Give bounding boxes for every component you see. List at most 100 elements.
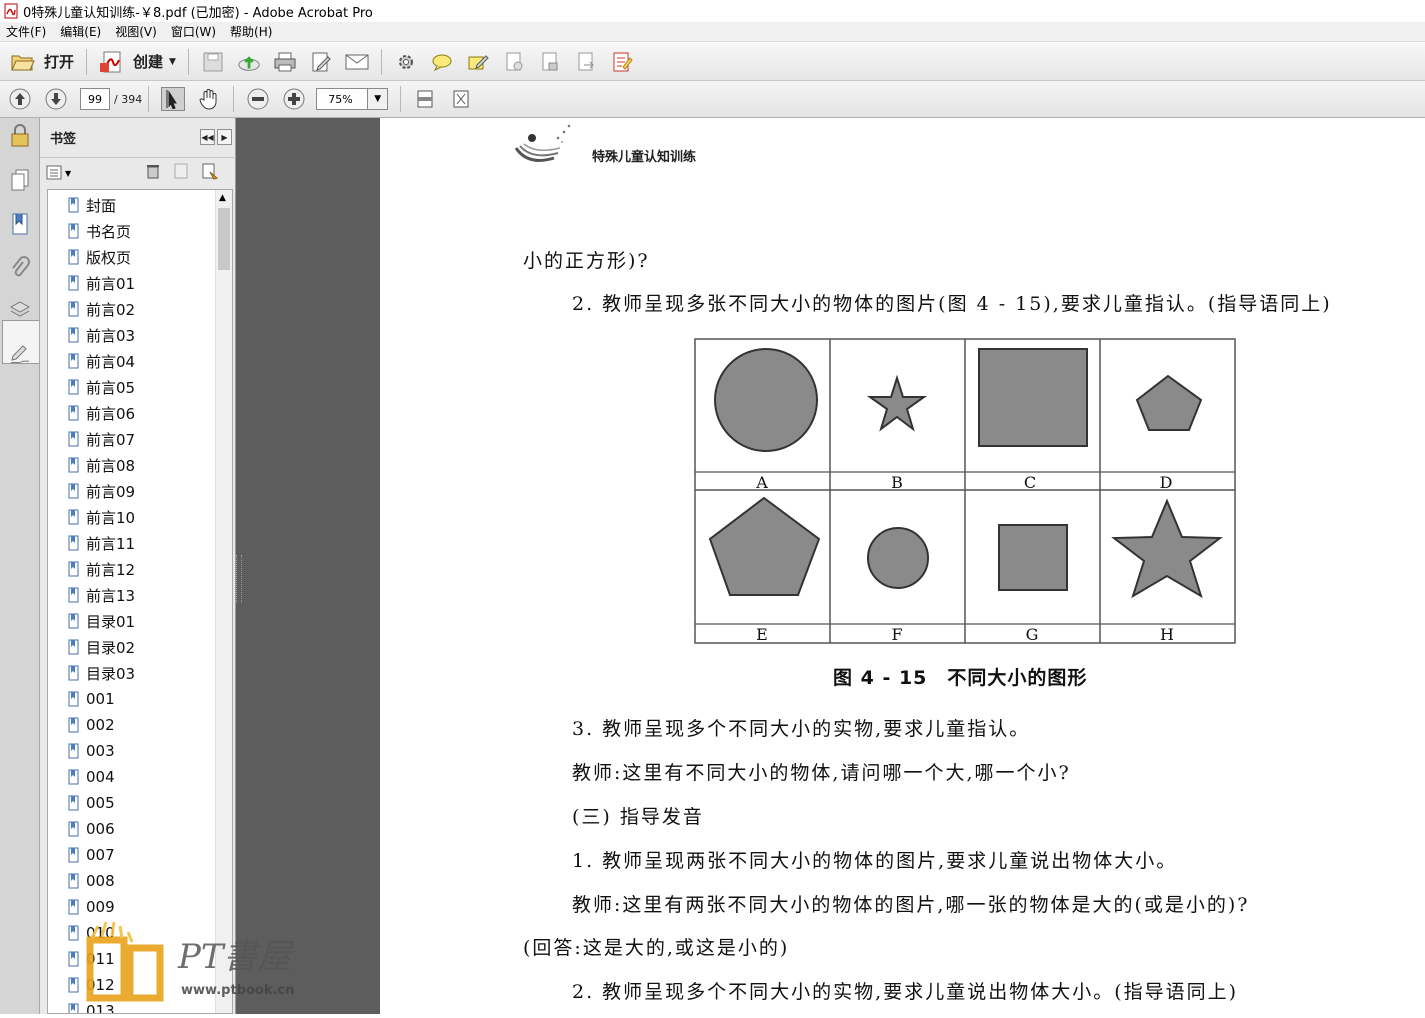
bookmarks-icon[interactable] xyxy=(6,210,34,238)
paragraph: 教师:这里有不同大小的物体,请问哪一个大,哪一个小? xyxy=(572,762,1071,784)
bookmark-tag-icon[interactable] xyxy=(201,162,219,184)
menu-edit[interactable]: 编辑(E) xyxy=(60,23,101,40)
pages-thumbnail-icon[interactable] xyxy=(6,166,34,194)
hand-tool-icon[interactable] xyxy=(197,87,221,111)
zoom-in-icon[interactable] xyxy=(282,87,306,111)
bookmark-item[interactable]: 003 xyxy=(68,738,115,764)
bookmark-item[interactable]: 前言09 xyxy=(68,478,135,504)
bookmark-icon xyxy=(68,353,79,369)
bookmark-item[interactable]: 007 xyxy=(68,842,115,868)
new-bookmark-icon[interactable] xyxy=(173,162,189,184)
bookmark-icon xyxy=(68,1003,79,1013)
menu-window[interactable]: 窗口(W) xyxy=(171,23,216,40)
secure-document-icon[interactable] xyxy=(538,50,562,74)
bookmark-item[interactable]: 前言13 xyxy=(68,582,135,608)
bookmark-icon xyxy=(68,743,79,759)
menu-help[interactable]: 帮助(H) xyxy=(230,23,272,40)
fit-width-icon[interactable] xyxy=(413,87,437,111)
save-icon[interactable] xyxy=(201,50,225,74)
bookmark-icon xyxy=(68,613,79,629)
figure-label: D xyxy=(1160,473,1173,492)
bookmark-options-icon[interactable]: ▼ xyxy=(46,165,71,181)
bookmark-item[interactable]: 前言01 xyxy=(68,270,135,296)
bookmark-icon xyxy=(68,717,79,733)
bookmark-item[interactable]: 封面 xyxy=(68,192,116,218)
delete-bookmark-icon[interactable] xyxy=(145,163,161,183)
open-button[interactable]: 打开 xyxy=(4,47,80,77)
bookmark-item[interactable]: 前言03 xyxy=(68,322,135,348)
bookmark-item[interactable]: 004 xyxy=(68,764,115,790)
bookmark-item[interactable]: 002 xyxy=(68,712,115,738)
bookmark-item[interactable]: 目录02 xyxy=(68,634,135,660)
window-title: 0特殊儿童认知训练-￥8.pdf (已加密) - Adobe Acrobat P… xyxy=(23,5,373,21)
bookmark-item[interactable]: 前言02 xyxy=(68,296,135,322)
bookmarks-scrollbar[interactable]: ▲ xyxy=(215,190,232,1013)
bookmark-item[interactable]: 009 xyxy=(68,894,115,920)
large-square-shape xyxy=(978,348,1088,447)
bookmark-item[interactable]: 008 xyxy=(68,868,115,894)
zoom-out-icon[interactable] xyxy=(246,87,270,111)
collapse-panel-button[interactable]: ◀◀ xyxy=(200,129,215,145)
bookmark-label: 前言06 xyxy=(86,404,136,423)
bookmark-label: 前言05 xyxy=(86,378,136,397)
gear-icon[interactable] xyxy=(394,50,418,74)
bookmark-icon xyxy=(68,483,79,499)
select-tool-icon[interactable] xyxy=(161,87,186,111)
menu-view[interactable]: 视图(V) xyxy=(115,23,157,40)
bookmark-item[interactable]: 001 xyxy=(68,686,115,712)
previous-page-icon[interactable] xyxy=(8,87,32,111)
bookmark-icon xyxy=(68,197,79,213)
upload-cloud-icon[interactable] xyxy=(237,50,261,74)
bookmark-label: 目录02 xyxy=(86,638,136,657)
zoom-level-input[interactable]: 75% xyxy=(316,88,369,110)
bookmark-item[interactable]: 005 xyxy=(68,790,115,816)
bookmark-item[interactable]: 版权页 xyxy=(68,244,131,270)
bookmark-item[interactable]: 前言08 xyxy=(68,452,135,478)
email-icon[interactable] xyxy=(345,50,369,74)
next-page-icon[interactable] xyxy=(44,87,68,111)
bookmark-item[interactable]: 目录01 xyxy=(68,608,135,634)
expand-panel-button[interactable]: ▶ xyxy=(217,129,232,145)
bookmark-item[interactable]: 前言10 xyxy=(68,504,135,530)
signatures-icon[interactable] xyxy=(6,340,34,368)
paragraph: 3. 教师呈现多个不同大小的实物,要求儿童指认。 xyxy=(572,718,1031,740)
bookmark-icon xyxy=(68,847,79,863)
bookmark-icon xyxy=(68,639,79,655)
bookmark-item[interactable]: 目录03 xyxy=(68,660,135,686)
zoom-dropdown-button[interactable]: ▼ xyxy=(368,88,389,110)
form-edit-icon[interactable] xyxy=(610,50,634,74)
bookmark-label: 004 xyxy=(86,768,115,786)
attachment-icon[interactable] xyxy=(6,254,34,282)
fit-page-icon[interactable] xyxy=(449,87,473,111)
export-document-icon[interactable] xyxy=(574,50,598,74)
page-total: / 394 xyxy=(114,92,143,106)
scrollbar-thumb[interactable] xyxy=(218,208,230,270)
bookmark-item[interactable]: 书名页 xyxy=(68,218,131,244)
bookmark-icon xyxy=(68,431,79,447)
bookmark-item[interactable]: 前言07 xyxy=(68,426,135,452)
bookmarks-title: 书签 xyxy=(50,132,77,147)
create-button[interactable]: 创建 ▼ xyxy=(93,47,182,77)
lock-icon[interactable] xyxy=(6,122,34,150)
bookmark-item[interactable]: 006 xyxy=(68,816,115,842)
bookmark-item[interactable]: 前言04 xyxy=(68,348,135,374)
layers-icon[interactable] xyxy=(6,296,34,324)
main-toolbar: 打开 创建 ▼ xyxy=(0,43,1425,81)
bookmark-item[interactable]: 前言06 xyxy=(68,400,135,426)
toolbar-separator xyxy=(233,86,235,112)
bookmark-item[interactable]: 前言11 xyxy=(68,530,135,556)
page-number-input[interactable]: 99 xyxy=(80,88,110,110)
bookmark-label: 前言13 xyxy=(86,586,136,605)
paragraph: 2. 教师呈现多个不同大小的实物,要求儿童说出物体大小。(指导语同上) xyxy=(572,981,1239,1003)
menu-file[interactable]: 文件(F) xyxy=(6,23,46,40)
panel-splitter[interactable] xyxy=(236,555,242,603)
bookmarks-list: 013 012 011 010 009 008 007 006 005 004 003 002 001 目… xyxy=(47,189,233,1014)
scroll-up-icon[interactable]: ▲ xyxy=(219,193,226,203)
comment-icon[interactable] xyxy=(430,50,454,74)
bookmark-item[interactable]: 前言05 xyxy=(68,374,135,400)
highlight-icon[interactable] xyxy=(466,50,490,74)
bookmark-item[interactable]: 前言12 xyxy=(68,556,135,582)
print-icon[interactable] xyxy=(273,50,297,74)
edit-document-icon[interactable] xyxy=(309,50,333,74)
sign-icon[interactable] xyxy=(502,50,526,74)
